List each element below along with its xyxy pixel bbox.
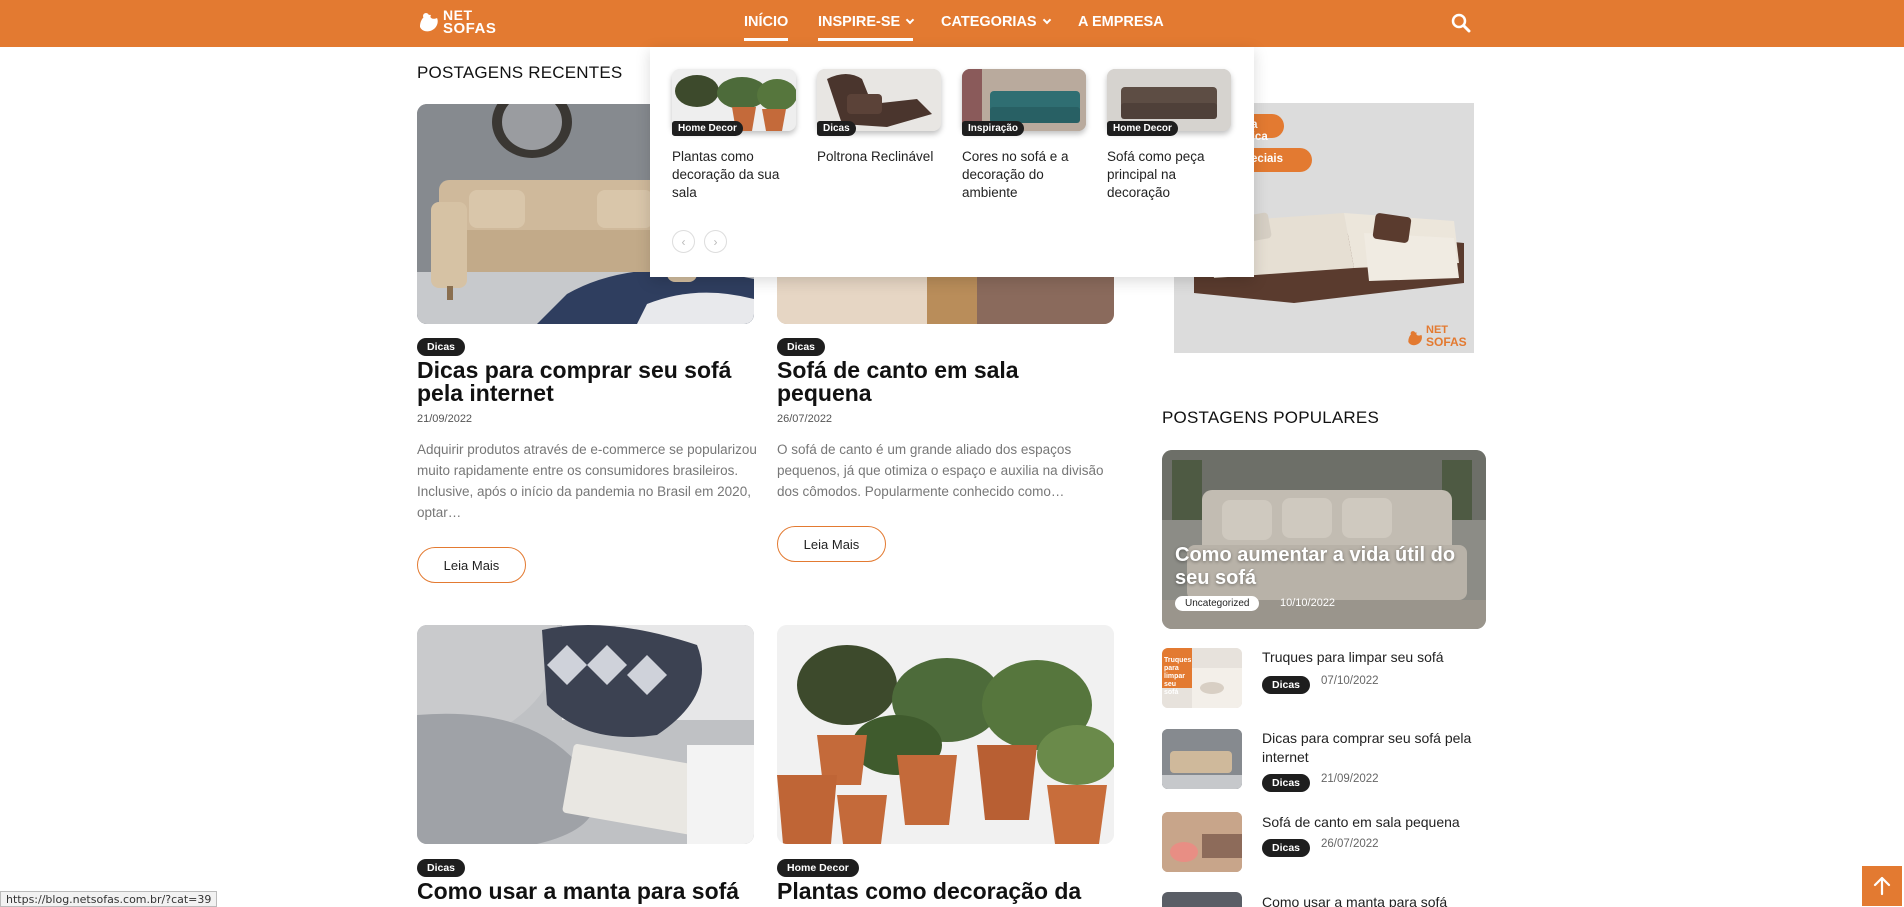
nav-inicio[interactable]: INÍCIO — [744, 14, 789, 41]
recent-posts-heading: POSTAGENS RECENTES — [417, 63, 623, 82]
post-date: 21/09/2022 — [417, 413, 473, 425]
popular-posts-heading: POSTAGENS POPULARES — [1162, 408, 1379, 427]
post-title[interactable]: Como usar a manta para sofá — [417, 880, 777, 903]
carousel-prev-button[interactable]: ‹ — [672, 230, 695, 253]
chevron-down-icon — [905, 15, 915, 25]
arrow-up-icon — [1873, 876, 1891, 896]
featured-post-badge[interactable]: Uncategorized — [1175, 596, 1260, 611]
post-excerpt: O sofá de canto é um grande aliado dos e… — [777, 442, 1104, 499]
post-image-manta[interactable] — [417, 625, 754, 844]
post-category-badge[interactable]: Dicas — [417, 859, 466, 877]
featured-post-title[interactable]: Como aumentar a vida útil do seu sofá — [1175, 544, 1475, 590]
ad-logo-text-bottom: SOFAS — [1426, 335, 1467, 349]
post-image-plantas[interactable] — [777, 625, 1114, 844]
nav-a-empresa[interactable]: A EMPRESA — [1078, 14, 1164, 30]
corner-sofa-thumb-illustration — [1162, 812, 1242, 872]
blanket-photo-illustration — [417, 625, 754, 844]
post-title[interactable]: Sofá de canto em sala pequena — [777, 359, 1114, 405]
dropdown-post-title[interactable]: Sofá como peça principal na decoração — [1107, 148, 1233, 202]
popular-post-title[interactable]: Truques para limpar seu sofá — [1262, 648, 1492, 667]
dropdown-post-badge[interactable]: Dicas — [817, 121, 856, 136]
post-category-badge[interactable]: Dicas — [777, 338, 826, 356]
popular-thumb[interactable]: Truques para limpar seu sofá — [1162, 648, 1242, 708]
dropdown-post-badge[interactable]: Home Decor — [1107, 121, 1178, 136]
featured-popular-post[interactable]: Como aumentar a vida útil do seu sofá Un… — [1162, 450, 1486, 629]
post-category-badge[interactable]: Home Decor — [777, 859, 859, 877]
logo-mark-icon — [1408, 331, 1422, 346]
nav-categorias[interactable]: CATEGORIAS — [941, 14, 1051, 30]
inspire-se-dropdown: Home Decor Plantas como decoração da sua… — [650, 47, 1254, 277]
popular-post-title[interactable]: Como usar a manta para sofá — [1262, 893, 1492, 907]
chevron-down-icon — [1042, 15, 1051, 25]
site-logo[interactable]: NET SOFAS — [417, 7, 496, 39]
dropdown-post-badge[interactable]: Home Decor — [672, 121, 743, 136]
popular-post-date: 21/09/2022 — [1321, 773, 1379, 785]
popular-post-date: 07/10/2022 — [1321, 675, 1379, 687]
popular-post-title[interactable]: Dicas para comprar seu sofá pela interne… — [1262, 729, 1492, 767]
beige-sofa-thumb-illustration — [1162, 729, 1242, 789]
ad-logo: NET SOFAS — [1406, 325, 1472, 351]
popular-thumb[interactable] — [1162, 729, 1242, 789]
popular-post-badge[interactable]: Dicas — [1262, 676, 1311, 694]
dropdown-post-badge[interactable]: Inspiração — [962, 121, 1025, 136]
nav-inspire-se-label: INSPIRE-SE — [818, 14, 901, 30]
featured-post-date: 10/10/2022 — [1280, 597, 1336, 609]
post-title[interactable]: Dicas para comprar seu sofá pela interne… — [417, 359, 754, 405]
popular-thumb[interactable] — [1162, 812, 1242, 872]
search-icon[interactable] — [1451, 13, 1471, 33]
read-more-button[interactable]: Leia Mais — [417, 547, 526, 583]
logo-text-bottom: SOFAS — [443, 20, 497, 37]
popular-post-badge[interactable]: Dicas — [1262, 774, 1311, 792]
post-date: 26/07/2022 — [777, 413, 833, 425]
plants-photo-illustration — [777, 625, 1114, 844]
site-header: NET SOFAS INÍCIO INSPIRE-SE CATEGORIAS A… — [0, 0, 1904, 47]
post-excerpt: Adquirir produtos através de e-commerce … — [417, 442, 757, 520]
popular-thumb[interactable] — [1162, 892, 1242, 907]
popular-post-title[interactable]: Sofá de canto em sala pequena — [1262, 813, 1492, 832]
popular-post-date: 26/07/2022 — [1321, 838, 1379, 850]
read-more-button[interactable]: Leia Mais — [777, 526, 886, 562]
nav-categorias-label: CATEGORIAS — [941, 14, 1037, 30]
thumb-text: Truques para limpar seu sofá — [1164, 657, 1192, 696]
back-to-top-button[interactable] — [1862, 866, 1902, 906]
dropdown-post-title[interactable]: Plantas como decoração da sua sala — [672, 148, 798, 202]
nav-inspire-se[interactable]: INSPIRE-SE — [818, 14, 915, 41]
popular-post-badge[interactable]: Dicas — [1262, 839, 1311, 857]
post-category-badge[interactable]: Dicas — [417, 338, 466, 356]
dropdown-post-title[interactable]: Cores no sofá e a decoração do ambiente — [962, 148, 1088, 202]
post-title[interactable]: Plantas como decoração da — [777, 880, 1137, 903]
carousel-next-button[interactable]: › — [704, 230, 727, 253]
dropdown-post-title[interactable]: Poltrona Reclinável — [817, 148, 943, 166]
browser-status-bar: https://blog.netsofas.com.br/?cat=39 — [0, 891, 218, 907]
logo-mark-icon — [420, 13, 438, 32]
